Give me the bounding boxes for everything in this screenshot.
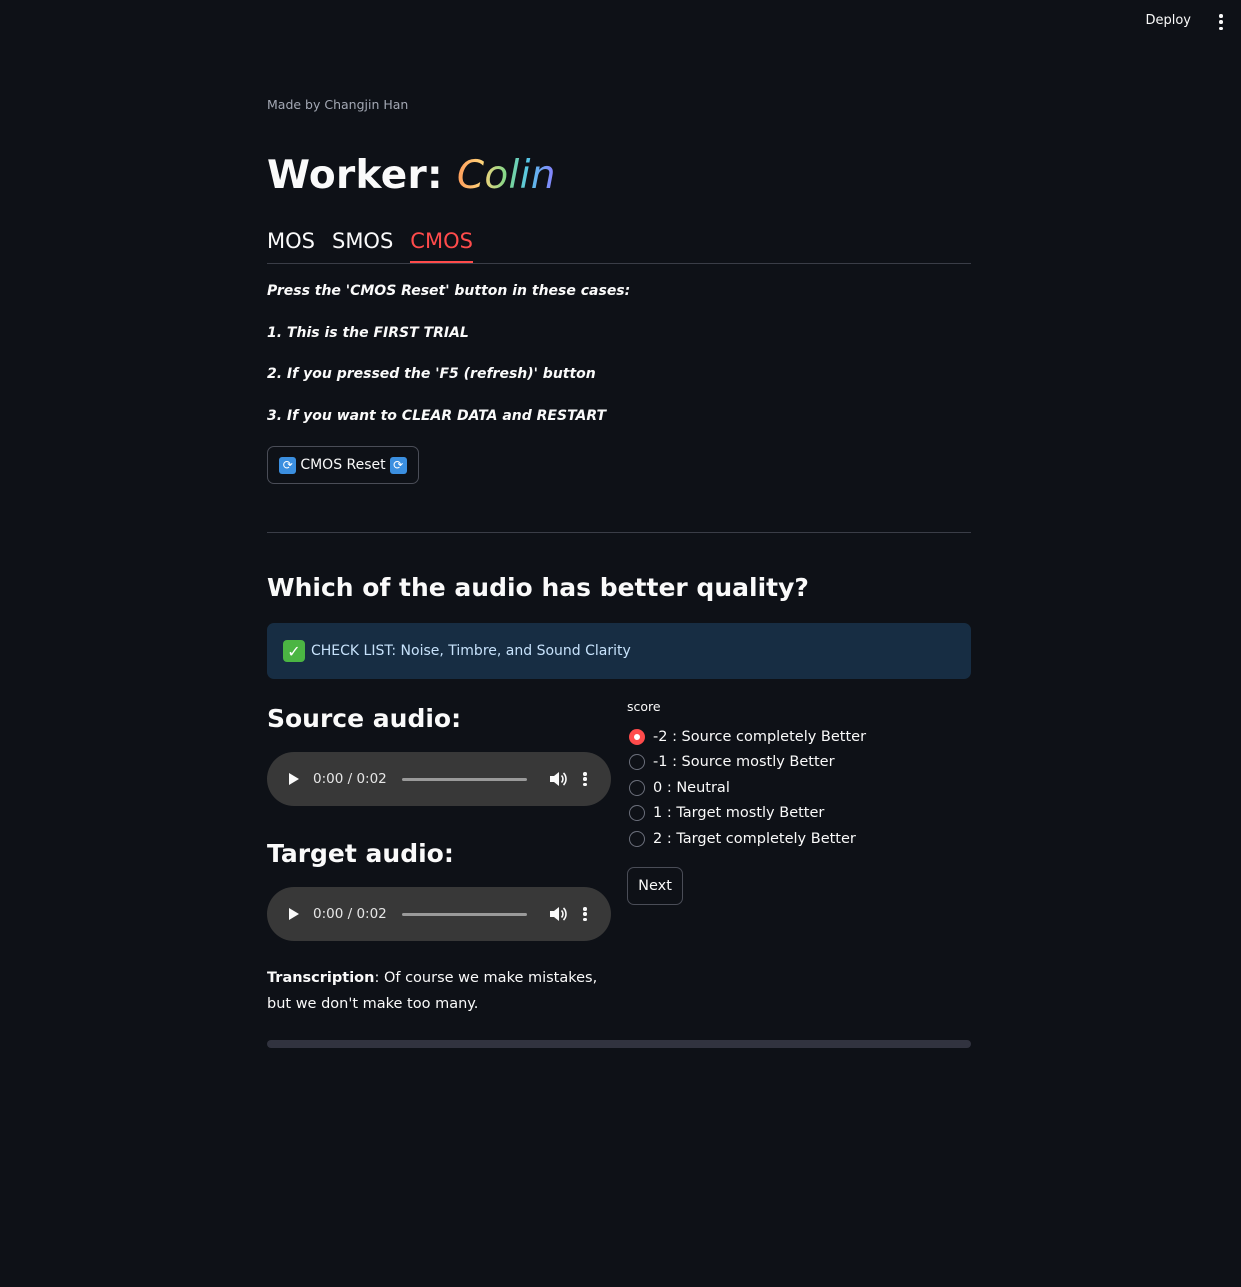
score-option[interactable]: 1 : Target mostly Better xyxy=(627,801,866,827)
refresh-icon: ⟳ xyxy=(389,456,407,474)
next-button[interactable]: Next xyxy=(627,867,683,905)
score-option[interactable]: -1 : Source mostly Better xyxy=(627,750,866,776)
score-option[interactable]: -2 : Source completely Better xyxy=(627,724,866,750)
score-radio-group: -2 : Source completely Better -1 : Sourc… xyxy=(627,724,866,852)
audio-time: 0:00 / 0:02 xyxy=(313,771,387,787)
checklist-info-box: ✓ CHECK LIST: Noise, Timbre, and Sound C… xyxy=(267,623,971,679)
more-options-icon[interactable] xyxy=(583,907,587,921)
checklist-text: CHECK LIST: Noise, Timbre, and Sound Cla… xyxy=(311,643,631,659)
divider xyxy=(267,532,971,533)
target-audio-player: 0:00 / 0:02 xyxy=(267,887,611,941)
tab-bar: MOS SMOS CMOS xyxy=(267,226,971,264)
radio-button[interactable] xyxy=(629,805,645,822)
instruction-line: 1. This is the FIRST TRIAL xyxy=(267,325,469,341)
instruction-line: 2. If you pressed the 'F5 (refresh)' but… xyxy=(267,366,596,382)
title-prefix: Worker: xyxy=(267,153,457,198)
audio-progress-bar[interactable] xyxy=(401,912,527,916)
audio-time: 0:00 / 0:02 xyxy=(313,906,387,922)
radio-button[interactable] xyxy=(629,728,645,745)
score-option-label: 1 : Target mostly Better xyxy=(653,805,825,822)
tab-smos[interactable]: SMOS xyxy=(332,226,393,262)
question-heading: Which of the audio has better quality? xyxy=(267,573,809,602)
cmos-reset-button[interactable]: ⟳ CMOS Reset ⟳ xyxy=(267,446,419,484)
score-option-label: -1 : Source mostly Better xyxy=(653,754,835,771)
instruction-line: 3. If you want to CLEAR DATA and RESTART xyxy=(267,408,607,424)
transcription-label: Transcription xyxy=(267,970,375,986)
score-option-label: 0 : Neutral xyxy=(653,779,730,796)
tab-cmos[interactable]: CMOS xyxy=(410,226,473,263)
audio-progress-bar[interactable] xyxy=(401,777,527,781)
transcription: Transcription: Of course we make mistake… xyxy=(267,965,617,1017)
tab-mos[interactable]: MOS xyxy=(267,226,315,262)
radio-button[interactable] xyxy=(629,779,645,796)
refresh-icon: ⟳ xyxy=(279,456,297,474)
check-mark-icon: ✓ xyxy=(283,640,305,662)
score-option-label: 2 : Target completely Better xyxy=(653,830,856,847)
play-icon[interactable] xyxy=(289,773,299,785)
play-icon[interactable] xyxy=(289,908,299,920)
worker-name: Colin xyxy=(456,153,556,198)
score-option-label: -2 : Source completely Better xyxy=(653,728,867,745)
volume-icon[interactable] xyxy=(549,906,567,922)
score-label: score xyxy=(627,699,661,714)
volume-icon[interactable] xyxy=(549,771,567,787)
score-option[interactable]: 2 : Target completely Better xyxy=(627,826,866,852)
target-audio-heading: Target audio: xyxy=(267,839,454,868)
score-option[interactable]: 0 : Neutral xyxy=(627,775,866,801)
source-audio-heading: Source audio: xyxy=(267,704,462,733)
cmos-reset-label: CMOS Reset xyxy=(300,457,386,473)
author-caption: Made by Changjin Han xyxy=(267,97,409,112)
radio-button[interactable] xyxy=(629,754,645,771)
kebab-menu-icon[interactable] xyxy=(1215,12,1227,32)
source-audio-player: 0:00 / 0:02 xyxy=(267,752,611,806)
page-title: Worker: Colin xyxy=(267,153,556,198)
top-bar: Deploy xyxy=(0,0,1241,44)
instruction-line: Press the 'CMOS Reset' button in these c… xyxy=(267,283,631,299)
more-options-icon[interactable] xyxy=(583,772,587,786)
deploy-button[interactable]: Deploy xyxy=(1145,13,1191,28)
radio-button[interactable] xyxy=(629,830,645,847)
bottom-progress-bar xyxy=(267,1040,971,1048)
